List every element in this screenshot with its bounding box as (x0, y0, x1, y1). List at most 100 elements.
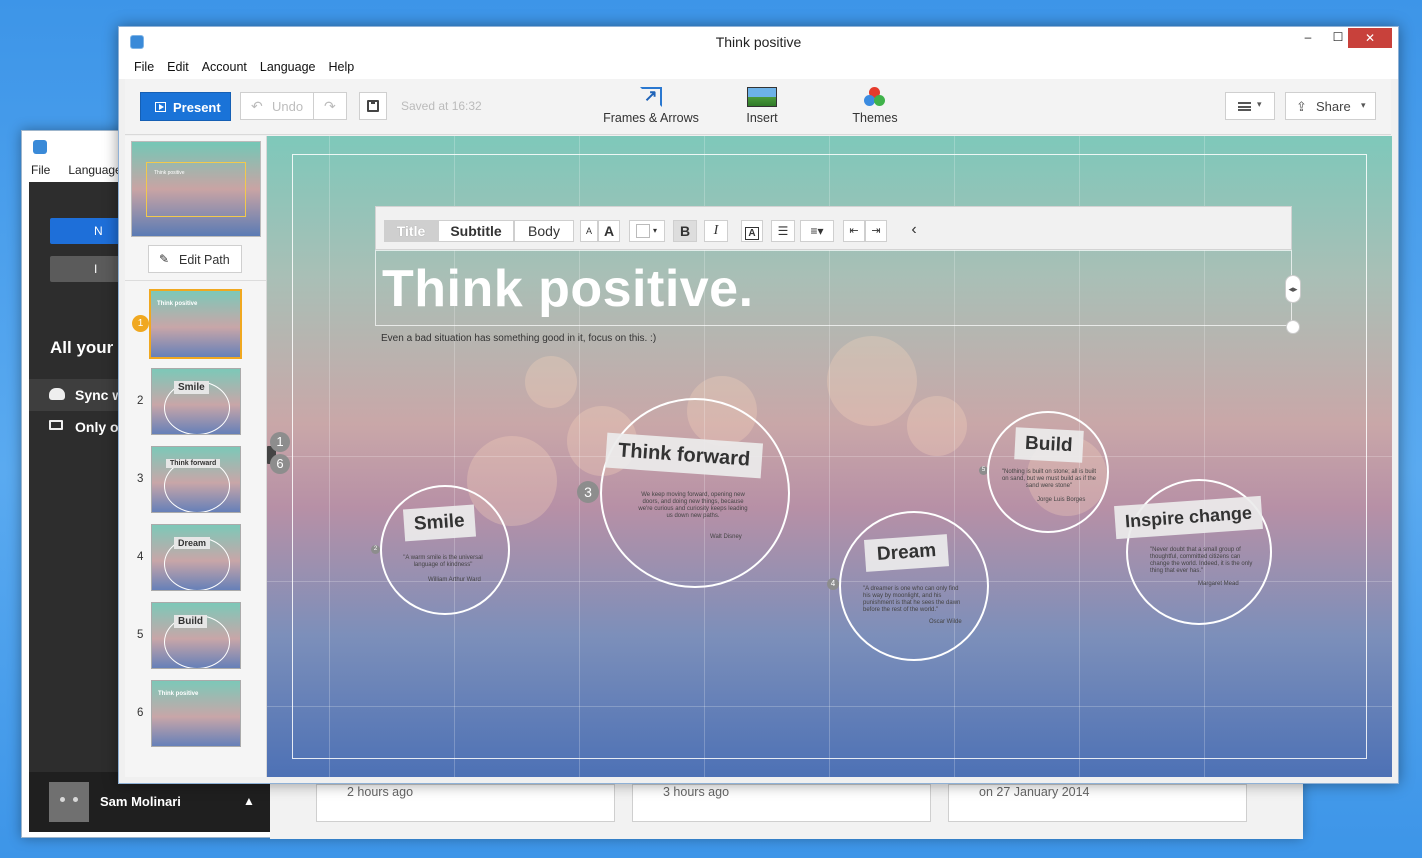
slide-thumbnail-2[interactable]: Smile (151, 368, 241, 435)
bg-sync-label: Sync w (75, 387, 124, 403)
share-button[interactable]: ⇪ Share ▾ (1285, 92, 1376, 120)
style-subtitle-button[interactable]: Subtitle (438, 220, 514, 242)
menu-file[interactable]: File (134, 57, 161, 79)
divider (125, 280, 266, 281)
frames-arrows-icon (640, 86, 662, 107)
bubble-quote[interactable]: "Never doubt that a small group of thoug… (1150, 547, 1254, 575)
minimize-button[interactable]: – (1294, 30, 1322, 50)
bubble-author[interactable]: Jorge Luis Borges (1037, 497, 1085, 503)
cloud-icon (49, 388, 65, 400)
redo-button[interactable]: ↷ (313, 92, 347, 120)
slide-thumbnail-1[interactable]: Think positive (149, 289, 242, 359)
bubble-author[interactable]: Margaret Mead (1198, 581, 1239, 587)
color-swatch (636, 224, 650, 238)
user-name: Sam Molinari (100, 794, 181, 809)
path-number: 2 (371, 545, 380, 554)
present-button[interactable]: Present (140, 92, 231, 121)
themes-label: Themes (852, 111, 898, 125)
slide-label: Think positive (158, 691, 199, 697)
bubble-caption[interactable]: Smile (402, 504, 476, 542)
title-textbox[interactable]: Think positive. (375, 250, 1292, 326)
share-icon: ⇪ (1296, 99, 1307, 114)
align-button[interactable]: ≡▾ (800, 220, 834, 242)
slide-number: 6 (137, 707, 144, 719)
overview-title: Think positive (154, 170, 185, 176)
collapse-toolbar-button[interactable]: ‹ (906, 220, 922, 242)
insert-tool[interactable]: Insert (737, 87, 787, 125)
presentation-card[interactable]: 3 hours ago (632, 784, 931, 822)
bubble-build[interactable]: Build "Nothing is built on stone; all is… (987, 411, 1109, 533)
bg-heading: All your p (50, 338, 129, 357)
saved-status: Saved at 16:32 (401, 99, 482, 113)
slide-thumbnail-3[interactable]: Think forward (151, 446, 241, 513)
text-color-button[interactable]: ▾ (629, 220, 665, 242)
menu-account[interactable]: Account (202, 57, 254, 79)
rotate-handle[interactable] (1286, 320, 1300, 334)
undo-button[interactable]: ↶ Undo (240, 92, 314, 120)
slide-thumbnail-5[interactable]: Build (151, 602, 241, 669)
bubble-inspire-change[interactable]: Inspire change "Never doubt that a small… (1114, 479, 1272, 625)
chevron-up-icon[interactable]: ▲ (243, 794, 255, 808)
presentation-card[interactable]: on 27 January 2014 (948, 784, 1247, 822)
path-number: 6 (270, 454, 290, 474)
undo-icon: ↶ (251, 98, 263, 114)
window-title: Think positive (715, 34, 802, 50)
menu-help[interactable]: Help (329, 57, 362, 79)
app-icon (33, 140, 47, 154)
bubble-author[interactable]: William Arthur Ward (428, 577, 481, 583)
slide-canvas[interactable]: Title Subtitle Body A A ▾ B I A ☰ ≡▾ ⇤ ⇥… (267, 136, 1392, 777)
outdent-button[interactable]: ⇤ (843, 220, 865, 242)
close-button[interactable]: ✕ (1348, 28, 1392, 48)
text-format-bar: Title Subtitle Body A A ▾ B I A ☰ ≡▾ ⇤ ⇥… (375, 206, 1292, 250)
bg-new-label: N (94, 224, 103, 238)
card-time: 2 hours ago (347, 785, 414, 799)
indent-button[interactable]: ⇥ (865, 220, 887, 242)
bubble-caption[interactable]: Dream (863, 534, 950, 572)
menu-language[interactable]: Language (260, 57, 323, 79)
bubble-caption[interactable]: Build (1014, 427, 1084, 463)
path-indicator[interactable]: 1 6 (267, 432, 293, 480)
bg-menu-language[interactable]: Language (68, 163, 121, 177)
laptop-icon (49, 420, 63, 430)
bullet-list-button[interactable]: ☰ (771, 220, 795, 242)
bg-menu-file[interactable]: File (31, 163, 50, 177)
italic-button[interactable]: I (704, 220, 728, 242)
menu-button[interactable]: ▾ (1225, 92, 1275, 120)
highlight-icon: A (745, 227, 759, 240)
themes-tool[interactable]: Themes (847, 87, 903, 125)
slide-title[interactable]: Think positive. (382, 259, 754, 319)
bold-button[interactable]: B (673, 220, 697, 242)
style-body-button[interactable]: Body (514, 220, 574, 242)
bubble-smile[interactable]: Smile "A warm smile is the universal lan… (380, 485, 510, 615)
edit-path-button[interactable]: ✎ Edit Path (148, 245, 242, 273)
bubble-think-forward[interactable]: Think forward We keep moving forward, op… (600, 398, 790, 588)
share-label: Share (1316, 99, 1351, 114)
save-button[interactable] (359, 92, 387, 120)
bubble-author[interactable]: Walt Disney (710, 534, 742, 540)
frames-arrows-tool[interactable]: Frames & Arrows (601, 86, 701, 125)
highlight-button[interactable]: A (741, 220, 763, 242)
bubble-quote[interactable]: "A warm smile is the universal language … (398, 555, 488, 569)
bubble-caption[interactable]: Think forward (604, 432, 764, 479)
chevron-down-icon: ▾ (1361, 100, 1366, 110)
menu-edit[interactable]: Edit (167, 57, 196, 79)
style-title-button[interactable]: Title (384, 220, 438, 242)
insert-label: Insert (746, 111, 778, 125)
increase-font-button[interactable]: A (598, 220, 620, 242)
slide-number: 3 (137, 473, 144, 485)
resize-handle-icon[interactable]: ◂▸ (1285, 275, 1301, 303)
path-number: 3 (577, 481, 599, 503)
bubble-quote[interactable]: "Nothing is built on stone; all is built… (1001, 469, 1097, 490)
bubble-author[interactable]: Oscar Wilde (929, 619, 962, 625)
presentation-card[interactable]: 2 hours ago (316, 784, 615, 822)
present-icon (155, 102, 166, 112)
bubble-dream[interactable]: Dream "A dreamer is one who can only fin… (839, 511, 989, 661)
slide-number: 1 (132, 315, 149, 332)
overview-thumbnail[interactable]: Think positive (131, 141, 261, 237)
slide-thumbnail-4[interactable]: Dream (151, 524, 241, 591)
slide-subtitle[interactable]: Even a bad situation has something good … (381, 333, 656, 344)
decrease-font-button[interactable]: A (580, 220, 598, 242)
bubble-quote[interactable]: "A dreamer is one who can only find his … (863, 586, 967, 614)
slide-thumbnail-6[interactable]: Think positive (151, 680, 241, 747)
bubble-quote[interactable]: We keep moving forward, opening new door… (638, 492, 748, 520)
